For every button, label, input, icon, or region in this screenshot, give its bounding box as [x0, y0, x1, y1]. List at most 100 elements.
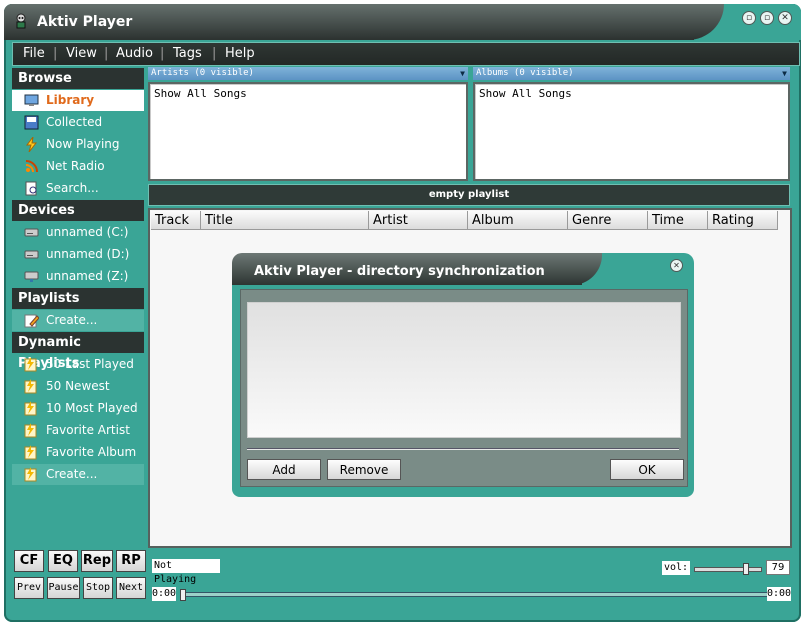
repeat-button[interactable]: Rep [81, 550, 113, 572]
sidebar-item-create-dynamic[interactable]: Create... [12, 464, 144, 485]
close-button[interactable]: ✕ [778, 11, 792, 25]
lightning-icon [26, 137, 38, 152]
column-album[interactable]: Album [468, 211, 568, 230]
playback-status: Not Playing [152, 559, 220, 585]
sidebar-item-label: unnamed (Z:) [46, 269, 129, 283]
stop-button[interactable]: Stop [83, 577, 113, 599]
menu-bar: File | View | Audio | Tags | Help [12, 42, 800, 66]
disk-icon [24, 115, 39, 130]
sidebar-item-label: Search... [46, 181, 99, 195]
sidebar-item-label: 50 Last Played [46, 357, 134, 371]
playlist-icon [24, 445, 37, 460]
sidebar-item-drive-d[interactable]: unnamed (D:) [12, 244, 144, 265]
sidebar-item-50-newest[interactable]: 50 Newest [12, 376, 144, 397]
artists-list-item[interactable]: Show All Songs [154, 87, 247, 100]
menu-tags[interactable]: Tags [173, 46, 202, 61]
menu-help[interactable]: Help [225, 46, 255, 61]
playlist-icon [24, 467, 37, 482]
playlist-icon [24, 357, 37, 372]
dialog-title: Aktiv Player - directory synchronization [254, 264, 545, 279]
remove-button[interactable]: Remove [327, 459, 401, 480]
section-playlists: Playlists [12, 288, 144, 309]
sidebar-item-50-last-played[interactable]: 50 Last Played [12, 354, 144, 375]
column-genre[interactable]: Genre [568, 211, 648, 230]
sidebar-item-label: Library [46, 93, 95, 107]
crossfade-button[interactable]: CF [14, 550, 44, 572]
sidebar-item-favorite-album[interactable]: Favorite Album [12, 442, 144, 463]
sidebar-item-label: unnamed (C:) [46, 225, 129, 239]
dialog-panel: Add Remove OK [240, 289, 688, 487]
window-title: Aktiv Player [37, 14, 133, 30]
menu-audio[interactable]: Audio [116, 46, 153, 61]
sidebar-item-label: 50 Newest [46, 379, 110, 393]
radio-icon [25, 160, 38, 173]
dialog-close-button[interactable]: ✕ [670, 259, 683, 272]
albums-list[interactable]: Show All Songs [473, 82, 790, 181]
ok-button[interactable]: OK [610, 459, 684, 480]
sidebar-item-collected[interactable]: Collected [12, 112, 144, 133]
playlist-status-bar: empty playlist [148, 184, 790, 206]
menu-view[interactable]: View [66, 46, 97, 61]
sidebar-item-create-playlist[interactable]: Create... [12, 310, 144, 331]
sidebar-item-favorite-artist[interactable]: Favorite Artist [12, 420, 144, 441]
menu-separator: | [160, 46, 165, 61]
artists-filter-title: Artists (0 visible) [151, 68, 254, 78]
column-artist[interactable]: Artist [369, 211, 468, 230]
sidebar-item-drive-c[interactable]: unnamed (C:) [12, 222, 144, 243]
sync-dialog: Aktiv Player - directory synchronization… [232, 253, 694, 497]
sidebar-item-search[interactable]: Search... [12, 178, 144, 199]
albums-list-item[interactable]: Show All Songs [479, 87, 572, 100]
sidebar-item-label: 10 Most Played [46, 401, 138, 415]
dialog-body: Add Remove OK [232, 285, 694, 497]
sidebar-item-now-playing[interactable]: Now Playing [12, 134, 144, 155]
column-title[interactable]: Title [201, 211, 369, 230]
sidebar-item-10-most-played[interactable]: 10 Most Played [12, 398, 144, 419]
next-button[interactable]: Next [116, 577, 146, 599]
artists-list[interactable]: Show All Songs [148, 82, 468, 181]
prev-button[interactable]: Prev [14, 577, 44, 599]
sidebar-item-label: Now Playing [46, 137, 120, 151]
sidebar-item-label: Favorite Artist [46, 423, 130, 437]
volume-slider[interactable] [690, 561, 764, 575]
pause-button[interactable]: Pause [47, 577, 80, 599]
volume-track [694, 567, 762, 572]
add-button[interactable]: Add [247, 459, 321, 480]
menu-separator: | [212, 46, 217, 61]
sidebar-item-label: Create... [46, 313, 98, 327]
seek-knob[interactable] [180, 589, 186, 601]
seek-track [180, 592, 768, 597]
drive-icon [24, 228, 39, 237]
section-devices: Devices [12, 200, 144, 221]
minimize-button[interactable]: ▫ [742, 11, 756, 25]
volume-knob[interactable] [742, 563, 749, 575]
sidebar: Browse Library Collected Now Playing Net… [12, 68, 144, 550]
volume-value: 79 [766, 560, 790, 575]
albums-filter-title: Albums (0 visible) [476, 68, 574, 78]
directory-list[interactable] [247, 302, 681, 438]
dialog-divider [247, 448, 679, 450]
menu-file[interactable]: File [23, 46, 45, 61]
albums-filter-header[interactable]: Albums (0 visible) ▼ [473, 67, 790, 80]
network-drive-icon [24, 271, 39, 282]
sidebar-item-drive-z[interactable]: unnamed (Z:) [12, 266, 144, 287]
sidebar-item-label: Collected [46, 115, 103, 129]
chevron-down-icon[interactable]: ▼ [460, 67, 465, 80]
column-track[interactable]: Track [151, 211, 201, 230]
sidebar-item-net-radio[interactable]: Net Radio [12, 156, 144, 177]
column-rating[interactable]: Rating [708, 211, 778, 230]
column-time[interactable]: Time [648, 211, 708, 230]
artists-filter-header[interactable]: Artists (0 visible) ▼ [148, 67, 468, 80]
random-play-button[interactable]: RP [116, 550, 146, 572]
chevron-down-icon[interactable]: ▼ [782, 67, 787, 80]
equalizer-button[interactable]: EQ [48, 550, 78, 572]
section-browse: Browse [12, 68, 144, 89]
maximize-button[interactable]: ▫ [760, 11, 774, 25]
main-window: Aktiv Player ▫ ▫ ✕ File | View | Audio |… [4, 4, 801, 622]
sidebar-item-label: Create... [46, 467, 98, 481]
drive-icon [24, 250, 39, 259]
app-icon [16, 13, 26, 29]
pencil-icon [24, 314, 39, 328]
sidebar-item-library[interactable]: Library [12, 90, 144, 111]
seek-bar[interactable] [180, 589, 768, 601]
menu-separator: | [104, 46, 109, 61]
